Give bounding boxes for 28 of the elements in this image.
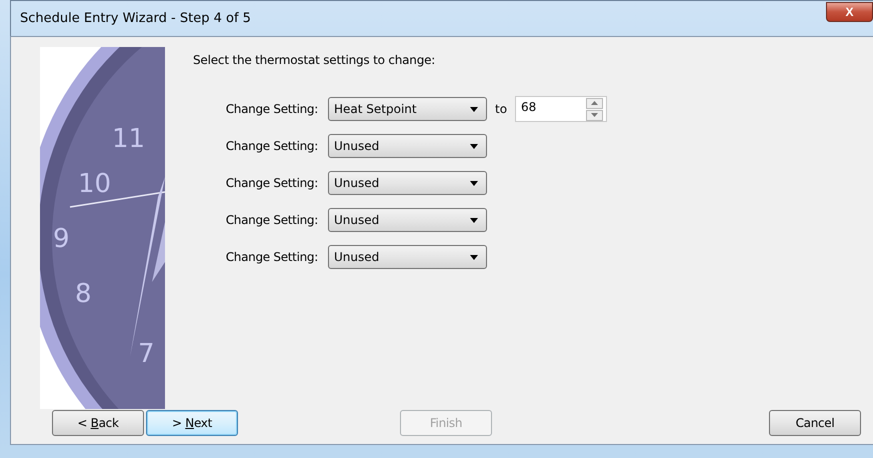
setting-label: Change Setting: xyxy=(224,250,318,264)
setpoint-spinner[interactable]: 68 xyxy=(515,96,608,122)
down-arrow-icon xyxy=(591,113,598,117)
caret-icon xyxy=(470,106,478,112)
next-button[interactable]: > Next xyxy=(146,410,238,436)
setting-dropdown[interactable]: Unused xyxy=(328,208,487,232)
setting-dropdown[interactable]: Unused xyxy=(328,134,487,158)
back-button[interactable]: < Back xyxy=(52,410,144,436)
to-label: to xyxy=(495,102,508,116)
clock-picture: 11 10 9 8 7 xyxy=(40,47,165,409)
setting-label: Change Setting: xyxy=(224,213,318,227)
close-button[interactable]: X xyxy=(826,2,873,22)
instruction-text: Select the thermostat settings to change: xyxy=(193,53,436,67)
caret-icon xyxy=(470,254,478,260)
caret-icon xyxy=(470,180,478,186)
caret-icon xyxy=(470,218,478,222)
setting-dropdown[interactable]: Heat Setpoint xyxy=(328,97,487,121)
spin-up-button[interactable] xyxy=(586,98,604,108)
setting-label: Change Setting: xyxy=(224,139,318,153)
caret-icon xyxy=(470,144,478,148)
setting-dropdown[interactable]: Unused xyxy=(328,245,487,269)
setting-label: Change Setting: xyxy=(224,102,318,116)
window-title: Schedule Entry Wizard - Step 4 of 5 xyxy=(19,11,252,26)
setting-label: Change Setting: xyxy=(224,176,318,190)
setting-dropdown[interactable]: Unused xyxy=(328,171,487,195)
up-arrow-icon xyxy=(591,101,598,105)
spin-down-button[interactable] xyxy=(586,110,604,120)
cancel-button[interactable]: Cancel xyxy=(769,410,861,436)
